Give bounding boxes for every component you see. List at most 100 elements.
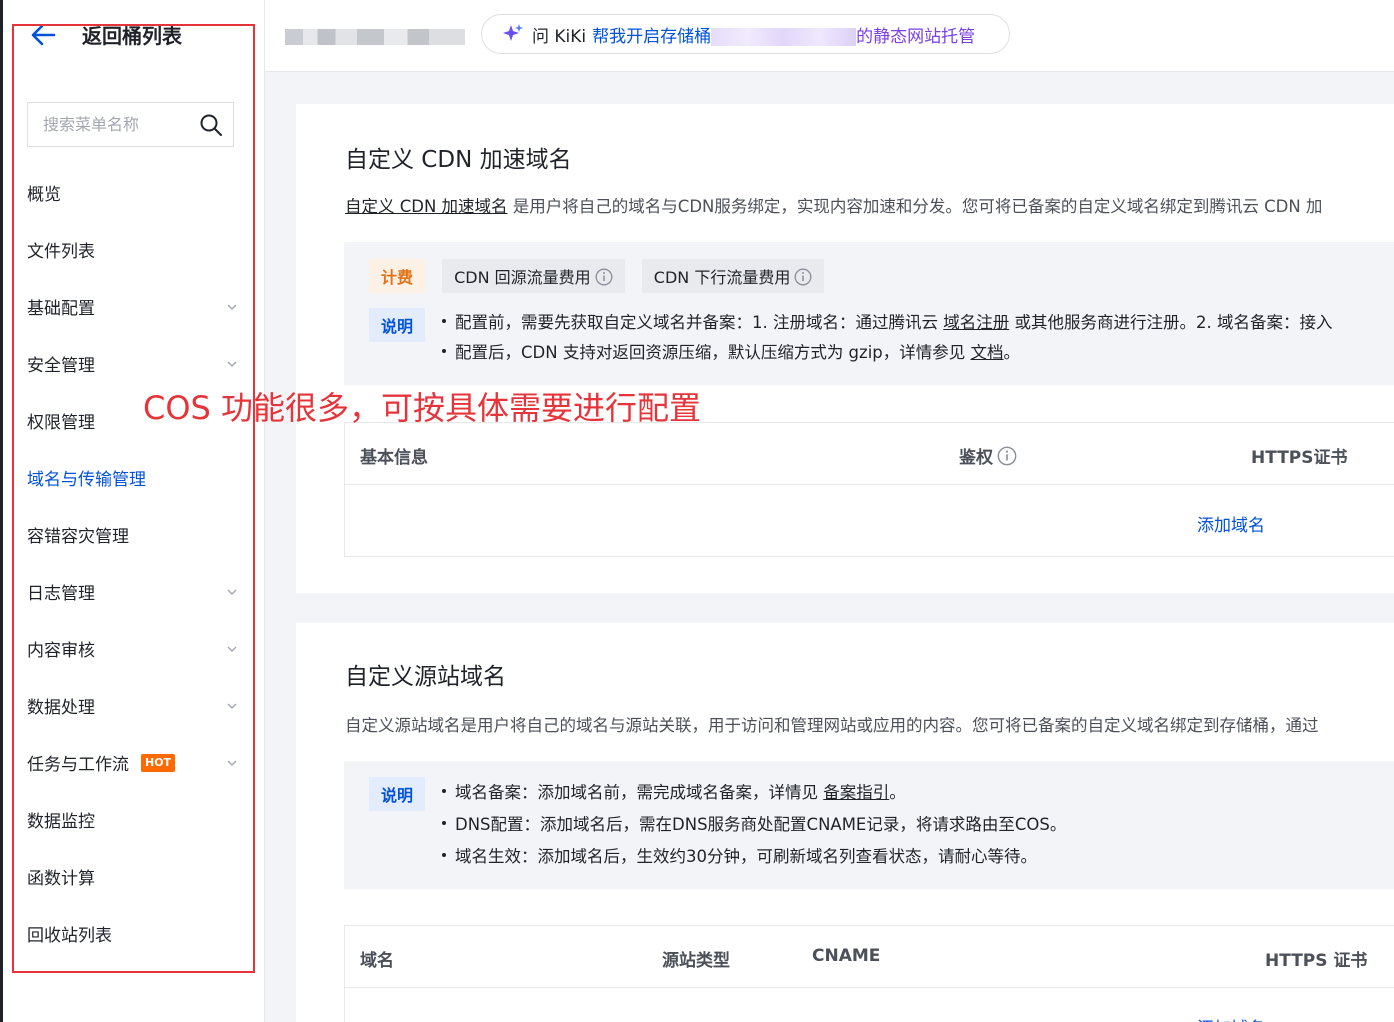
col-https-cert: HTTPS证书 (1251, 448, 1348, 468)
cdn-note-2-tail: 。 (1003, 343, 1021, 362)
menu-item-functions[interactable]: 函数计算 (27, 848, 242, 905)
back-to-bucket-list[interactable]: 返回桶列表 (30, 20, 182, 49)
cdn-note-box: 计费 CDN 回源流量费用 CDN 下行流量费用 说明 配置前，需要先获取自定义… (344, 242, 1394, 385)
hot-badge: HOT (141, 753, 176, 772)
cdn-note-1-text: 配置前，需要先获取自定义域名并备案：1. 注册域名：通过腾讯云 (455, 313, 944, 332)
downstream-traffic-fee-tag[interactable]: CDN 下行流量费用 (641, 259, 825, 293)
cdn-note-2: 配置后，CDN 支持对返回资源压缩，默认压缩方式为 gzip，详情参见 文档。 (442, 338, 1332, 368)
cdn-title: 自定义 CDN 加速域名 (345, 147, 572, 173)
menu-item-overview[interactable]: 概览 (27, 164, 242, 221)
cdn-domain-card: 自定义 CDN 加速域名 自定义 CDN 加速域名 是用户将自己的域名与CDN服… (296, 104, 1394, 593)
menu-search-input[interactable] (43, 115, 193, 134)
table-body: 添加域名 (345, 485, 1394, 557)
cdn-description: 自定义 CDN 加速域名 是用户将自己的域名与CDN服务绑定，实现内容加速和分发… (345, 193, 1322, 217)
cdn-note-1: 配置前，需要先获取自定义域名并备案：1. 注册域名：通过腾讯云 域名注册 或其他… (442, 308, 1332, 338)
menu-item-tasks-workflows[interactable]: 任务与工作流 HOT (27, 734, 242, 791)
origin-note-2: DNS配置：添加域名后，需在DNS服务商处配置CNAME记录，将请求路由至COS… (442, 809, 1066, 841)
info-icon[interactable] (794, 268, 812, 286)
table-body: 添加域名 (345, 988, 1394, 1022)
col-auth-label: 鉴权 (959, 448, 993, 468)
col-cname: CNAME (812, 946, 881, 966)
bullet (442, 319, 446, 323)
origin-note-box: 说明 域名备案：添加域名前，需完成域名备案，详情见 备案指引。 DNS配置：添加… (344, 761, 1394, 889)
origin-note-3-text: 域名生效：添加域名后，生效约30分钟，可刷新域名列查看状态，请耐心等待。 (455, 847, 1037, 866)
menu-item-data-processing[interactable]: 数据处理 (27, 677, 242, 734)
menu-item-domain-transfer[interactable]: 域名与传输管理 (27, 449, 242, 506)
downstream-traffic-fee-label: CDN 下行流量费用 (653, 268, 791, 287)
sparkle-icon (503, 24, 523, 41)
origin-note-3: 域名生效：添加域名后，生效约30分钟，可刷新域名列查看状态，请耐心等待。 (442, 841, 1066, 873)
menu-item-label: 数据监控 (27, 812, 95, 832)
menu-item-label: 权限管理 (27, 413, 95, 433)
cdn-desc-text: 是用户将自己的域名与CDN服务绑定，实现内容加速和分发。您可将已备案的自定义域名… (507, 197, 1323, 216)
billing-tag: 计费 (369, 259, 426, 293)
menu-item-monitoring[interactable]: 数据监控 (27, 791, 242, 848)
info-icon[interactable] (997, 446, 1017, 466)
note-tag-wrap: 说明 (369, 777, 437, 811)
col-origin-type: 源站类型 (662, 951, 730, 971)
origin-note-1-text: 域名备案：添加域名前，需完成域名备案，详情见 (455, 783, 824, 802)
cdn-note-1-tail: 或其他服务商进行注册。2. 域名备案：接入 (1009, 313, 1333, 332)
menu-item-label: 任务与工作流 (27, 755, 129, 775)
docs-link[interactable]: 文档 (971, 343, 1004, 362)
menu-item-label: 函数计算 (27, 869, 95, 889)
filing-guide-link[interactable]: 备案指引 (823, 783, 889, 802)
kiki-prompt: 帮我开启存储桶 的静态网站托管 (592, 22, 975, 47)
menu-item-label: 文件列表 (27, 242, 95, 262)
menu-item-label: 域名与传输管理 (27, 470, 146, 490)
origin-traffic-fee-label: CDN 回源流量费用 (454, 268, 591, 287)
search-icon[interactable] (199, 113, 223, 137)
menu-item-label: 日志管理 (27, 584, 95, 604)
menu-item-label: 数据处理 (27, 698, 95, 718)
cdn-doc-link[interactable]: 自定义 CDN 加速域名 (345, 197, 508, 216)
table-header: 域名 源站类型 CNAME HTTPS 证书 (345, 926, 1394, 988)
origin-note-1: 域名备案：添加域名前，需完成域名备案，详情见 备案指引。 (442, 777, 1066, 809)
bullet (442, 821, 446, 825)
menu-item-recycle-bin[interactable]: 回收站列表 (27, 905, 242, 962)
kiki-prompt-text: 帮我开启存储桶 (592, 26, 712, 47)
arrow-left-icon[interactable] (30, 22, 56, 48)
domain-register-link[interactable]: 域名注册 (943, 313, 1009, 332)
kiki-label: 问 KiKi (532, 26, 587, 47)
add-domain-link[interactable]: 添加域名 (1197, 511, 1265, 536)
col-https-cert: HTTPS 证书 (1265, 951, 1368, 971)
note-tag-wrap: 说明 (369, 308, 437, 342)
add-domain-link[interactable]: 添加域名 (1197, 1014, 1265, 1022)
menu-search[interactable] (27, 102, 234, 147)
menu-item-basic-config[interactable]: 基础配置 (27, 278, 242, 335)
chevron-down-icon[interactable] (226, 700, 238, 712)
window-edge (0, 0, 3, 1022)
back-title[interactable]: 返回桶列表 (82, 20, 182, 49)
bullet (442, 349, 446, 353)
chevron-down-icon[interactable] (226, 757, 238, 769)
menu-item-label: 容错容灾管理 (27, 527, 129, 547)
origin-traffic-fee-tag[interactable]: CDN 回源流量费用 (442, 259, 625, 293)
note-tag: 说明 (369, 308, 426, 342)
info-icon[interactable] (595, 268, 613, 286)
menu-item-fault-tolerance[interactable]: 容错容灾管理 (27, 506, 242, 563)
breadcrumb-redacted (285, 29, 465, 45)
menu-item-label: 回收站列表 (27, 926, 112, 946)
kiki-prompt-tail: 的静态网站托管 (856, 26, 976, 47)
chevron-down-icon[interactable] (226, 643, 238, 655)
col-domain: 域名 (360, 951, 394, 971)
note-tag: 说明 (369, 777, 426, 811)
ask-kiki-button[interactable]: 问 KiKi 帮我开启存储桶 的静态网站托管 (481, 14, 1010, 54)
menu-item-content-review[interactable]: 内容审核 (27, 620, 242, 677)
chevron-down-icon[interactable] (226, 586, 238, 598)
cdn-domain-table: 基本信息 鉴权 HTTPS证书 添加域名 (344, 422, 1394, 557)
chevron-down-icon[interactable] (226, 301, 238, 313)
cdn-note-2-text: 配置后，CDN 支持对返回资源压缩，默认压缩方式为 gzip，详情参见 (455, 343, 971, 362)
annotation-text: COS 功能很多，可按具体需要进行配置 (143, 389, 702, 427)
col-auth: 鉴权 (959, 443, 1017, 468)
bullet (442, 789, 446, 793)
sidebar: 返回桶列表 概览 文件列表 基础配置 安全管理 权限管理 域名与传输管理 (0, 0, 265, 1022)
menu-item-logs[interactable]: 日志管理 (27, 563, 242, 620)
menu-item-file-list[interactable]: 文件列表 (27, 221, 242, 278)
billing-row: 计费 CDN 回源流量费用 CDN 下行流量费用 (369, 259, 836, 293)
col-basic-info: 基本信息 (360, 448, 428, 468)
chevron-down-icon[interactable] (226, 358, 238, 370)
origin-description: 自定义源站域名是用户将自己的域名与源站关联，用于访问和管理网站或应用的内容。您可… (345, 716, 1319, 735)
sidebar-menu: 概览 文件列表 基础配置 安全管理 权限管理 域名与传输管理 容错容灾管理 日志… (27, 164, 242, 962)
menu-item-label: 内容审核 (27, 641, 95, 661)
